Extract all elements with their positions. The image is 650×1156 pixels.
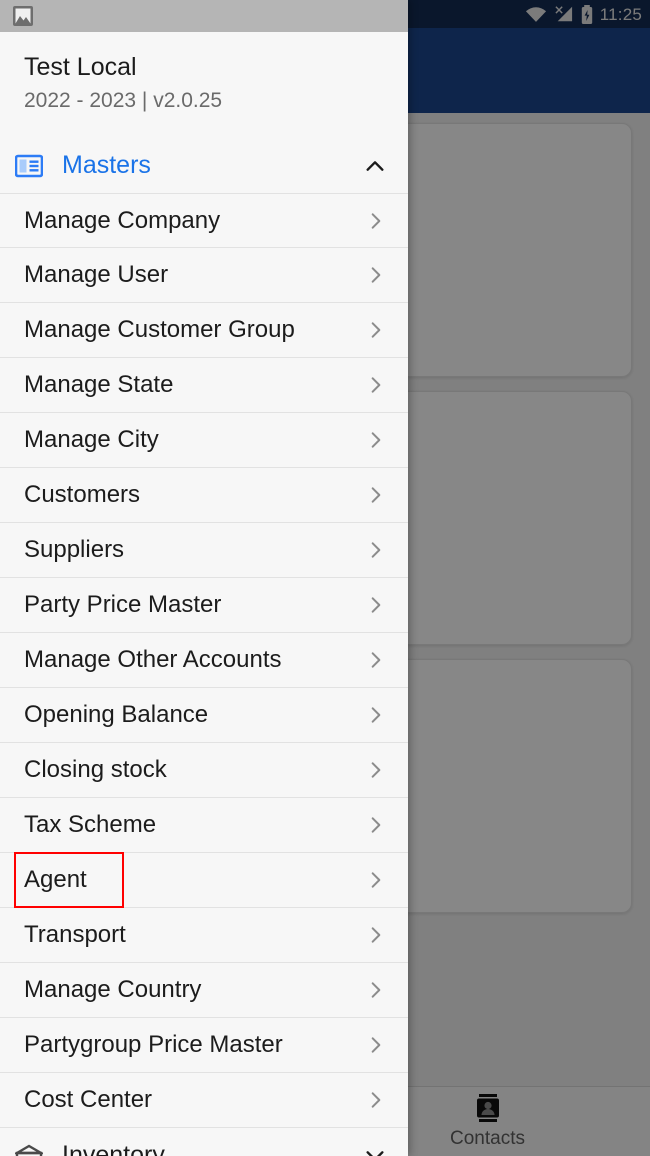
- drawer-item-label: Agent: [24, 866, 87, 893]
- drawer-item-manage-customer-group[interactable]: Manage Customer Group: [0, 303, 408, 358]
- drawer-section-inventory[interactable]: Inventory: [0, 1128, 408, 1156]
- drawer-item-label: Manage Company: [24, 206, 221, 234]
- drawer-item-label: Transport: [24, 921, 126, 948]
- chevron-right-icon: [371, 707, 381, 723]
- drawer-item-manage-user[interactable]: Manage User: [0, 248, 408, 303]
- drawer-item-customers[interactable]: Customers: [0, 468, 408, 523]
- inventory-box-icon: [14, 1141, 44, 1156]
- nav-label-contacts: Contacts: [450, 1128, 525, 1149]
- drawer-item-label: Opening Balance: [24, 701, 209, 728]
- drawer-item-opening-balance[interactable]: Opening Balance: [0, 688, 408, 743]
- status-bar-icons: [525, 4, 593, 24]
- chevron-right-icon: [371, 487, 381, 503]
- drawer-item-label: Suppliers: [24, 536, 125, 563]
- chevron-down-icon[interactable]: [364, 1145, 386, 1156]
- chevron-right-icon: [371, 212, 381, 229]
- drawer-menu-list: Manage Company Manage User Manage Customer…: [0, 193, 408, 1128]
- navigation-drawer: Test Local 2022 - 2023 | v2.0.25 Masters…: [0, 0, 408, 1156]
- drawer-section-masters[interactable]: Masters: [0, 138, 408, 193]
- chevron-right-icon: [371, 762, 381, 778]
- signal-off-icon: [555, 6, 572, 22]
- drawer-item-manage-city[interactable]: Manage City: [0, 413, 408, 468]
- chevron-right-icon: [371, 982, 381, 998]
- drawer-item-partygroup-price-master[interactable]: Partygroup Price Master: [0, 1018, 408, 1073]
- drawer-header: Test Local 2022 - 2023 | v2.0.25: [0, 32, 408, 138]
- drawer-item-manage-country[interactable]: Manage Country: [0, 963, 408, 1018]
- drawer-item-tax-scheme[interactable]: Tax Scheme: [0, 798, 408, 853]
- drawer-status-bar: [0, 0, 408, 32]
- chevron-right-icon: [371, 1037, 381, 1053]
- drawer-item-label: Manage Customer Group: [24, 316, 295, 343]
- chevron-right-icon: [371, 322, 381, 338]
- chevron-right-icon: [371, 927, 381, 943]
- drawer-item-transport[interactable]: Transport: [0, 908, 408, 963]
- chevron-right-icon: [371, 597, 381, 613]
- battery-charging-icon: [581, 4, 592, 24]
- drawer-item-agent[interactable]: Agent: [0, 853, 408, 908]
- article-pane-icon: [14, 151, 44, 181]
- drawer-item-cost-center[interactable]: Cost Center: [0, 1073, 408, 1128]
- app-root: 11:25 Test Local 2022 - 2023: [0, 0, 650, 1156]
- drawer-subtitle: 2022 - 2023 | v2.0.25: [24, 89, 223, 112]
- chevron-right-icon: [371, 542, 381, 558]
- drawer-item-manage-company[interactable]: Manage Company: [0, 193, 408, 248]
- drawer-item-label: Manage City: [24, 426, 159, 453]
- drawer-section-label: Inventory: [62, 1141, 165, 1156]
- drawer-item-closing-stock[interactable]: Closing stock: [0, 743, 408, 798]
- wifi-icon: [525, 6, 546, 22]
- drawer-item-suppliers[interactable]: Suppliers: [0, 523, 408, 578]
- image-placeholder-icon: [13, 6, 33, 26]
- drawer-item-party-price-master[interactable]: Party Price Master: [0, 578, 408, 633]
- drawer-item-manage-other-accounts[interactable]: Manage Other Accounts: [0, 633, 408, 688]
- chevron-right-icon: [371, 652, 381, 668]
- drawer-item-label: Manage Other Accounts: [24, 646, 282, 673]
- drawer-title: Test Local: [24, 53, 137, 81]
- drawer-item-label: Customers: [24, 481, 141, 508]
- chevron-right-icon: [371, 267, 381, 283]
- chevron-right-icon: [371, 1092, 381, 1108]
- drawer-section-label: Masters: [62, 151, 151, 179]
- drawer-item-label: Closing stock: [24, 756, 167, 783]
- contacts-card-icon: [476, 1094, 499, 1122]
- chevron-right-icon: [371, 817, 381, 833]
- drawer-item-manage-state[interactable]: Manage State: [0, 358, 408, 413]
- drawer-item-label: Manage State: [24, 371, 174, 398]
- drawer-item-label: Manage Country: [24, 976, 202, 1003]
- drawer-item-label: Party Price Master: [24, 591, 222, 618]
- chevron-up-icon[interactable]: [364, 155, 386, 177]
- chevron-right-icon: [371, 872, 381, 888]
- status-bar-time: 11:25: [599, 4, 642, 24]
- chevron-right-icon: [371, 377, 381, 393]
- drawer-item-label: Partygroup Price Master: [24, 1031, 283, 1058]
- drawer-item-label: Tax Scheme: [24, 811, 157, 838]
- chevron-right-icon: [371, 432, 381, 448]
- drawer-item-label: Cost Center: [24, 1086, 153, 1113]
- drawer-item-label: Manage User: [24, 261, 169, 288]
